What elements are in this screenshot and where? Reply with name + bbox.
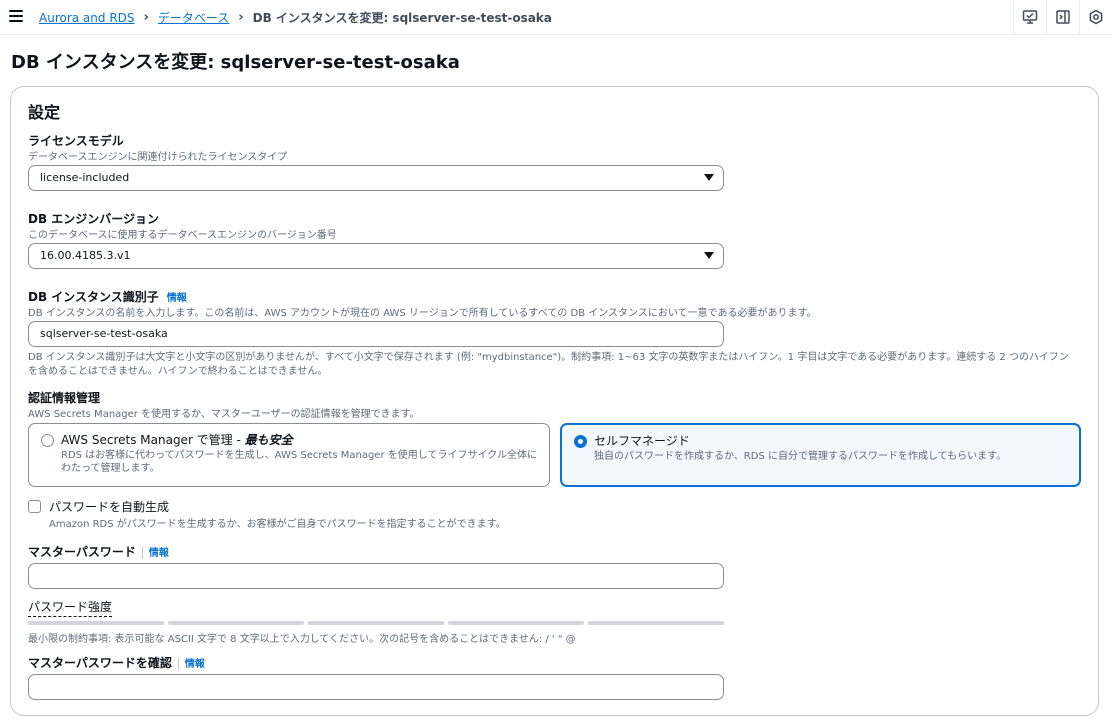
confirm-password-label-text: マスターパスワードを確認 bbox=[28, 656, 172, 670]
password-strength-label[interactable]: パスワード強度 bbox=[28, 598, 113, 617]
master-password-label: マスターパスワード 情報 bbox=[28, 543, 169, 560]
hamburger-menu-icon[interactable] bbox=[9, 10, 23, 22]
password-strength-segment-4 bbox=[448, 621, 584, 625]
license-model-description: データベースエンジンに関連付けられたライセンスタイプ bbox=[28, 152, 288, 163]
password-constraint: 最小限の制約事項: 表示可能な ASCII 文字で 8 文字以上で入力してくださ… bbox=[28, 634, 576, 645]
password-strength-segment-5 bbox=[588, 621, 724, 625]
password-strength-segment-3 bbox=[308, 621, 444, 625]
identifier-constraint: DB インスタンス識別子は大文字と小文字の区別がありませんが、すべて小文字で保存… bbox=[28, 351, 1088, 379]
divider bbox=[177, 657, 179, 670]
page-title: DB インスタンスを変更: sqlserver-se-test-osaka bbox=[11, 52, 460, 73]
engine-version-value: 16.00.4185.3.v1 bbox=[40, 249, 131, 262]
caret-down-icon bbox=[704, 174, 714, 181]
engine-version-description: このデータベースに使用するデータベースエンジンのバージョン番号 bbox=[28, 230, 337, 241]
section-title: 設定 bbox=[28, 103, 61, 122]
identifier-label: DB インスタンス識別子 情報 bbox=[28, 288, 187, 305]
engine-version-label: DB エンジンバージョン bbox=[28, 212, 160, 226]
feedback-icon[interactable] bbox=[1013, 0, 1046, 34]
secrets-manager-desc-line2: わたって管理します。 bbox=[61, 463, 160, 474]
password-strength-segment-2 bbox=[168, 621, 304, 625]
secrets-manager-radio[interactable] bbox=[41, 434, 54, 447]
self-managed-description: 独自のパスワードを作成するか、RDS に自分で管理するパスワードを作成してもらい… bbox=[594, 451, 1007, 462]
identifier-label-text: DB インスタンス識別子 bbox=[28, 290, 159, 304]
panel-icon[interactable] bbox=[1046, 0, 1079, 34]
master-password-input[interactable] bbox=[28, 563, 724, 589]
self-managed-title: セルフマネージド bbox=[594, 434, 690, 448]
auto-generate-checkbox[interactable] bbox=[28, 500, 41, 513]
breadcrumb: Aurora and RDS › データベース › DB インスタンスを変更: … bbox=[39, 9, 552, 26]
identifier-constraint-line1: DB インスタンス識別子は大文字と小文字の区別がありませんが、すべて小文字で保存… bbox=[28, 352, 1069, 363]
credentials-label: 認証情報管理 bbox=[28, 391, 101, 405]
identifier-info-link[interactable]: 情報 bbox=[167, 293, 187, 304]
self-managed-option[interactable]: セルフマネージド 独自のパスワードを作成するか、RDS に自分で管理するパスワー… bbox=[560, 423, 1081, 487]
secrets-manager-title-text: AWS Secrets Manager で管理 - bbox=[61, 433, 245, 447]
breadcrumb-current: DB インスタンスを変更: sqlserver-se-test-osaka bbox=[252, 11, 552, 25]
secrets-manager-desc-line1: RDS はお客様に代わってパスワードを生成し、AWS Secrets Manag… bbox=[61, 450, 537, 461]
auto-generate-description: Amazon RDS がパスワードを生成するか、お客様がご自身でパスワードを指定… bbox=[49, 519, 506, 530]
license-model-select[interactable]: license-included bbox=[28, 165, 724, 191]
breadcrumb-databases[interactable]: データベース bbox=[158, 9, 229, 26]
engine-version-select[interactable]: 16.00.4185.3.v1 bbox=[28, 243, 724, 269]
breadcrumb-aurora-and-rds[interactable]: Aurora and RDS bbox=[39, 11, 135, 25]
secrets-manager-option[interactable]: AWS Secrets Manager で管理 - 最も安全 RDS はお客様に… bbox=[28, 423, 550, 487]
chevron-right-icon: › bbox=[143, 10, 149, 25]
self-managed-radio[interactable] bbox=[574, 435, 587, 448]
license-model-value: license-included bbox=[40, 171, 130, 184]
confirm-password-info-link[interactable]: 情報 bbox=[185, 659, 205, 670]
divider bbox=[141, 546, 143, 559]
top-tools bbox=[1013, 0, 1112, 34]
most-secure-label: 最も安全 bbox=[244, 433, 293, 447]
password-strength-segment-1 bbox=[28, 621, 164, 625]
settings-icon[interactable] bbox=[1079, 0, 1112, 34]
auto-generate-label: パスワードを自動生成 bbox=[49, 500, 170, 514]
caret-down-icon bbox=[704, 252, 714, 259]
identifier-description: DB インスタンスの名前を入力します。この名前は、AWS アカウントが現在の A… bbox=[28, 308, 817, 319]
confirm-password-label: マスターパスワードを確認 情報 bbox=[28, 654, 205, 671]
secrets-manager-description: RDS はお客様に代わってパスワードを生成し、AWS Secrets Manag… bbox=[61, 449, 537, 475]
identifier-constraint-line2: を含めることはできません。ハイフンで終わることはできません。 bbox=[28, 366, 328, 377]
settings-container: 設定 ライセンスモデル データベースエンジンに関連付けられたライセンスタイプ l… bbox=[10, 86, 1099, 716]
chevron-right-icon: › bbox=[238, 10, 244, 25]
identifier-input[interactable]: sqlserver-se-test-osaka bbox=[28, 321, 724, 347]
secrets-manager-title: AWS Secrets Manager で管理 - 最も安全 bbox=[61, 431, 293, 448]
master-password-label-text: マスターパスワード bbox=[28, 545, 136, 559]
license-model-label: ライセンスモデル bbox=[28, 134, 124, 148]
confirm-password-input[interactable] bbox=[28, 674, 724, 700]
top-navigation-bar: Aurora and RDS › データベース › DB インスタンスを変更: … bbox=[0, 0, 1112, 35]
credentials-description: AWS Secrets Manager を使用するか、マスターユーザーの認証情報… bbox=[28, 409, 420, 420]
master-password-info-link[interactable]: 情報 bbox=[149, 548, 169, 559]
